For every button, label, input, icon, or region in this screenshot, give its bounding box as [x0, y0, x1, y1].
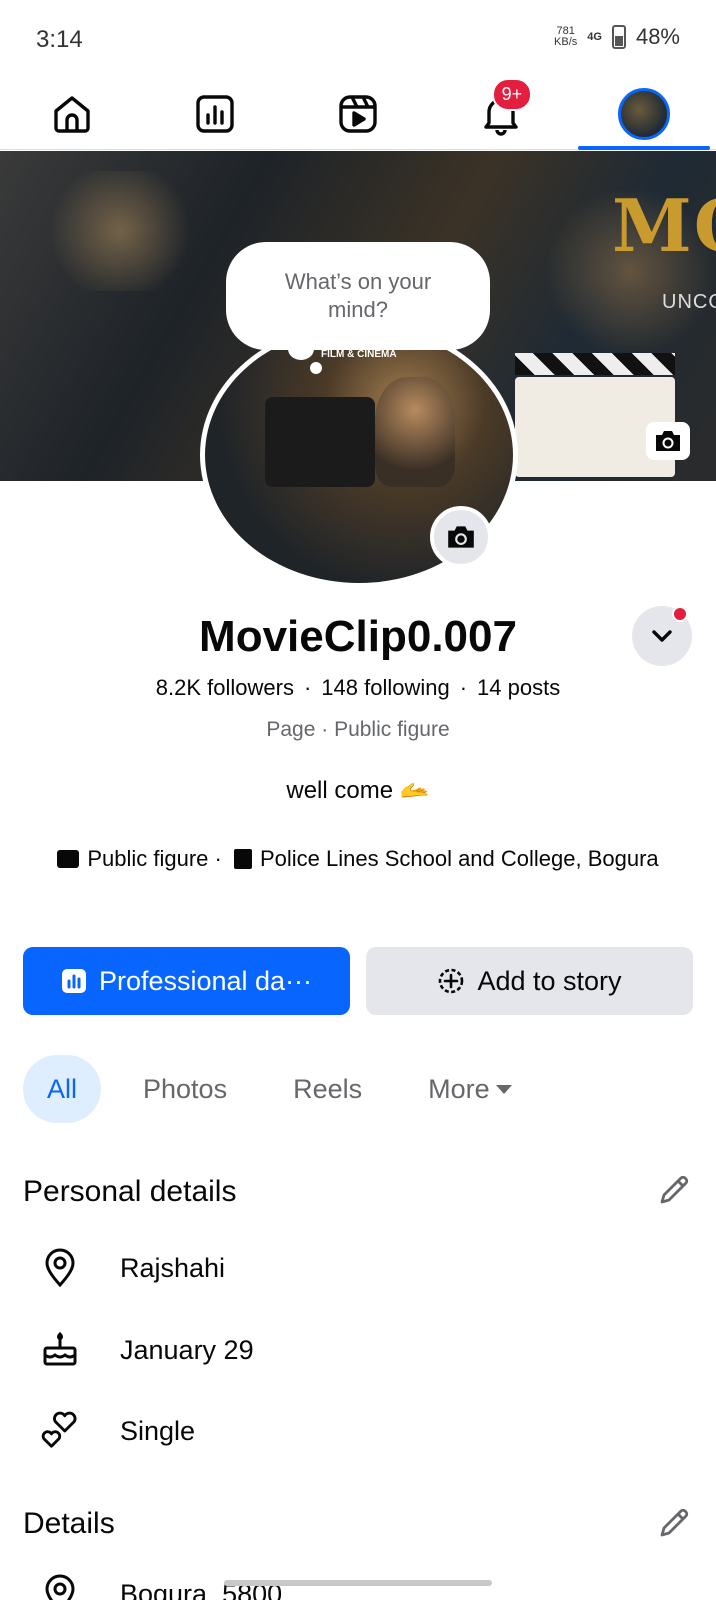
cover-movie-text: MOV — [612, 183, 716, 268]
add-to-story-label: Add to story — [477, 965, 622, 996]
cover-light — [40, 171, 200, 291]
location-pin-icon — [45, 1574, 75, 1600]
camera-icon — [656, 431, 680, 451]
briefcase-icon — [57, 850, 80, 868]
profile-menu-button[interactable] — [632, 606, 692, 666]
dashboard-icon — [61, 969, 86, 993]
profile-intro: Public figure · Police Lines School and … — [40, 844, 676, 873]
followers-link[interactable]: 8.2K followers — [156, 675, 294, 700]
tab-dashboard[interactable] — [143, 78, 286, 149]
filter-reels-label: Reels — [293, 1073, 363, 1104]
edit-pencil-icon[interactable] — [656, 1505, 692, 1541]
camera-icon — [448, 526, 474, 548]
tab-profile[interactable] — [573, 78, 716, 149]
filter-reels[interactable]: Reels — [269, 1055, 386, 1123]
profile-stats: 8.2K followers · 148 following · 14 posts — [155, 675, 561, 700]
profile-bio: well come 🫴 — [286, 777, 430, 804]
hearts-icon — [41, 1411, 77, 1448]
school-text: Police Lines School and College, Bogura — [259, 846, 659, 871]
tab-home[interactable] — [0, 78, 143, 149]
tab-reels[interactable] — [286, 78, 429, 149]
notification-dot — [672, 606, 688, 622]
reels-icon — [339, 94, 377, 133]
chevron-down-icon — [652, 630, 672, 642]
details-title: Details — [23, 1507, 115, 1540]
posts-count: 14 posts — [477, 675, 561, 700]
category-text: Public figure — [87, 846, 209, 871]
profile-name: MovieClip0.007 — [199, 612, 517, 661]
filter-more-label: More — [428, 1073, 490, 1104]
bubble-tail — [288, 338, 314, 360]
filter-all-label: All — [47, 1073, 78, 1104]
content-filter-chips: All Photos Reels More — [23, 1055, 554, 1123]
signal-icon: 4G — [587, 31, 602, 43]
detail-birthday-text: January 29 — [120, 1334, 254, 1365]
status-thought-bubble[interactable]: What’s on your mind? — [226, 242, 490, 350]
home-icon — [53, 95, 90, 133]
bubble-tail — [310, 362, 322, 374]
edit-pencil-icon[interactable] — [656, 1172, 692, 1208]
detail-row-address: Bogura, 5800 — [40, 1572, 282, 1600]
following-link[interactable]: 148 following — [321, 675, 449, 700]
caret-down-icon — [495, 1084, 512, 1094]
battery-icon — [611, 25, 626, 49]
cameraman — [375, 377, 455, 487]
network-speed: 781 KB/s — [554, 26, 577, 48]
profile-avatar-mini — [618, 87, 671, 140]
top-nav: 9+ — [0, 78, 716, 150]
filter-photos[interactable]: Photos — [119, 1055, 251, 1123]
status-bar: 3:14 781 KB/s 4G 48% — [0, 0, 716, 78]
status-time: 3:14 — [36, 26, 83, 53]
network-speed-unit: KB/s — [554, 36, 578, 48]
detail-row-birthday: January 29 — [40, 1328, 254, 1372]
detail-row-relationship: Single — [40, 1409, 195, 1453]
add-story-icon — [439, 968, 464, 994]
detail-row-location: Rajshahi — [40, 1246, 225, 1290]
school-icon — [233, 849, 252, 869]
tab-notifications[interactable]: 9+ — [430, 78, 573, 149]
filter-more[interactable]: More — [404, 1055, 536, 1123]
notification-badge: 9+ — [491, 78, 533, 111]
detail-relationship-text: Single — [120, 1415, 196, 1446]
professional-dashboard-label: Professional da··· — [98, 965, 313, 996]
page-type: Page · Public figure — [266, 718, 450, 741]
personal-details-title: Personal details — [23, 1175, 237, 1208]
filter-all[interactable]: All — [23, 1055, 102, 1123]
gesture-home-bar[interactable] — [224, 1580, 492, 1586]
location-pin-icon — [45, 1248, 75, 1288]
detail-location-text: Rajshahi — [120, 1252, 226, 1283]
add-to-story-button[interactable]: Add to story — [366, 947, 693, 1015]
filter-photos-label: Photos — [143, 1073, 228, 1104]
battery-percent: 48% — [635, 24, 680, 49]
film-camera — [265, 397, 375, 487]
edit-cover-camera-button[interactable] — [646, 422, 690, 460]
dashboard-icon — [196, 94, 234, 133]
cover-uncut-text: UNCO — [662, 291, 716, 313]
birthday-cake-icon — [43, 1331, 77, 1366]
status-indicators: 781 KB/s 4G 48% — [554, 24, 680, 50]
edit-profile-picture-button[interactable] — [430, 506, 492, 568]
active-tab-indicator — [578, 146, 710, 150]
profile-picture-caption: FILM & CINEMA — [321, 349, 397, 360]
professional-dashboard-button[interactable]: Professional da··· — [23, 947, 350, 1015]
